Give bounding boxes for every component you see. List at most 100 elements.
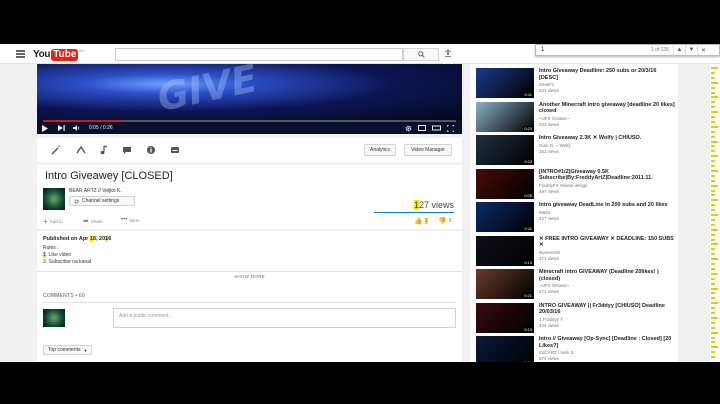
show-more-button[interactable]: SHOW MORE [37, 271, 462, 281]
next-button[interactable] [53, 125, 69, 131]
video-manager-button[interactable]: Video Manager [404, 144, 452, 156]
find-match-marker [711, 233, 715, 236]
related-video-title[interactable]: Intro // Giveaway [Op-Sync] [Deadline : … [539, 336, 675, 349]
like-button[interactable]: 👍 1 [414, 217, 428, 225]
related-video-item[interactable]: 0:16 Intro // Giveaway [Op-Sync] [Deadlin… [476, 336, 676, 362]
related-video-thumbnail[interactable]: 0:13 [476, 235, 534, 266]
channel-name[interactable]: BEAR ARTZ // Veljko K. [69, 188, 122, 194]
fullscreen-icon[interactable] [447, 124, 454, 132]
more-dots-icon: ••• [121, 217, 128, 223]
video-duration: 0:11 [523, 92, 533, 97]
related-video-thumbnail[interactable]: 0:23 [476, 101, 534, 132]
enhancements-icon[interactable] [76, 145, 86, 155]
search-button[interactable] [403, 48, 439, 61]
menu-icon[interactable] [16, 50, 25, 58]
find-match-marker [711, 169, 718, 172]
related-video-thumbnail[interactable]: 0:11 [476, 202, 534, 232]
find-match-marker [711, 199, 718, 202]
related-video-thumbnail[interactable]: 0:16 [476, 336, 534, 362]
like-count: 1 [424, 218, 428, 224]
subtitles-icon[interactable] [170, 145, 180, 155]
related-video-channel: 1 Fr3ddyy T [539, 316, 563, 322]
channel-settings-button[interactable]: Channel settings [69, 196, 135, 206]
find-match-marker [711, 248, 715, 251]
description-rules-heading: Rules : [43, 245, 59, 251]
search-input[interactable] [115, 48, 403, 61]
comment-input[interactable]: Add a public comment... [113, 308, 456, 328]
related-video-item[interactable]: 0:08 [INTRO#1/2]Giveaway 0.5K Subscribe|B… [476, 168, 676, 199]
related-video-title[interactable]: Another Minecraft intro giveaway [deadli… [539, 102, 675, 115]
find-match-marker [711, 214, 718, 216]
info-cards-icon[interactable] [146, 145, 156, 155]
find-match-marker [711, 297, 715, 300]
related-video-title[interactable]: Intro giveaway DeadLine in 200 subs and … [539, 202, 675, 209]
chevron-down-icon: ▼ [83, 347, 88, 353]
video-player[interactable]: GIVE 0:05 / 0:26 [37, 64, 462, 134]
related-video-title[interactable]: Intro Giveaway Deadline: 250 subs or 20/… [539, 68, 675, 81]
related-video-views: 251 views [539, 149, 560, 154]
find-match-marker [711, 263, 715, 265]
find-match-marker [711, 111, 718, 114]
find-match-marker [711, 346, 718, 349]
related-video-item[interactable]: 0:23 Another Minecraft intro giveaway [de… [476, 101, 676, 132]
rule-1-text: . Like video [45, 252, 72, 258]
music-note-icon[interactable] [99, 145, 109, 155]
find-previous-button[interactable]: ▲ [673, 45, 685, 55]
find-match-marker [711, 209, 715, 212]
find-input[interactable]: 1 [536, 47, 636, 53]
analytics-button[interactable]: Analytics [364, 144, 396, 156]
find-match-marker [711, 174, 715, 177]
related-video-title[interactable]: Intro Giveaway 2.3K ✕ Wolfy | CHIUSO. [539, 135, 675, 142]
find-match-marker [711, 316, 718, 319]
find-match-marker [711, 76, 715, 79]
find-match-marker [711, 91, 715, 94]
related-video-thumbnail[interactable]: 0:11 [476, 68, 534, 98]
related-video-thumbnail[interactable]: 0:13 [476, 302, 534, 333]
related-video-item[interactable]: 0:21 Minecraft intro GIVEAWAY (Deadline 2… [476, 269, 676, 299]
related-video-item[interactable]: 0:23 Intro Giveaway 2.3K ✕ Wolfy | CHIUSO… [476, 135, 676, 165]
related-video-title[interactable]: INTRO GIVEAWAY || Fr3ddyy [CHIUSO] Deadl… [539, 303, 675, 316]
video-info-card: Intro Giveawey [CLOSED] BEAR ARTZ // Vel… [37, 165, 462, 229]
more-button[interactable]: ••• More [121, 217, 140, 223]
related-video-title[interactable]: ✕ FREE INTRO GIVEAWAY ✕ DEADLINE: 150 SU… [539, 236, 675, 249]
related-video-title[interactable]: Minecraft intro GIVEAWAY (Deadline 20lik… [539, 269, 675, 282]
theater-mode-icon[interactable] [432, 125, 441, 131]
settings-gear-icon[interactable] [405, 125, 412, 132]
related-video-title[interactable]: [INTRO#1/2]Giveaway 0.5K Subscribe|By:Fr… [539, 169, 675, 182]
find-next-button[interactable]: ▼ [685, 45, 697, 55]
related-video-views: 271 views [539, 289, 560, 294]
thumbs-up-icon: 👍 [414, 218, 423, 225]
play-button[interactable] [37, 124, 53, 132]
related-video-item[interactable]: 0:13 INTRO GIVEAWAY || Fr3ddyy [CHIUSO] D… [476, 302, 676, 333]
dislike-button[interactable]: 👎 0 [438, 217, 452, 225]
upload-icon[interactable] [445, 49, 451, 57]
related-video-item[interactable]: 0:13 ✕ FREE INTRO GIVEAWAY ✕ DEADLINE: 15… [476, 235, 676, 266]
related-video-item[interactable]: 0:11 Intro giveaway DeadLine in 200 subs … [476, 202, 676, 232]
view-count-text: 27 views [418, 200, 454, 210]
close-icon: ✕ [700, 47, 707, 54]
volume-button[interactable] [69, 125, 85, 131]
youtube-logo[interactable]: You Tube BG [33, 48, 85, 61]
find-match-marker [711, 243, 718, 246]
related-video-thumbnail[interactable]: 0:23 [476, 135, 534, 165]
related-video-views: 171 views [539, 255, 560, 261]
share-button[interactable]: ➦ Share [83, 217, 103, 225]
find-match-marker [711, 321, 715, 324]
find-match-marker [711, 125, 718, 128]
related-video-thumbnail[interactable]: 0:08 [476, 168, 534, 199]
channel-avatar[interactable] [43, 188, 65, 210]
related-video-item[interactable]: 0:11 Intro Giveaway Deadline: 250 subs or… [476, 68, 676, 98]
related-video-thumbnail[interactable]: 0:21 [476, 269, 534, 299]
magic-wand-icon[interactable] [51, 145, 61, 155]
sort-comments-dropdown[interactable]: Top comments ▼ [43, 345, 93, 355]
annotations-icon[interactable] [122, 145, 132, 155]
find-close-button[interactable]: ✕ [697, 45, 709, 55]
find-match-marker [711, 238, 715, 241]
video-duration: 0:13 [523, 259, 533, 265]
video-duration: 0:11 [523, 226, 533, 231]
scrollbar[interactable] [710, 64, 720, 362]
miniplayer-icon[interactable] [418, 125, 426, 131]
play-icon [42, 124, 48, 132]
add-to-button[interactable]: + Add to [43, 217, 63, 226]
find-match-marker [711, 189, 715, 192]
